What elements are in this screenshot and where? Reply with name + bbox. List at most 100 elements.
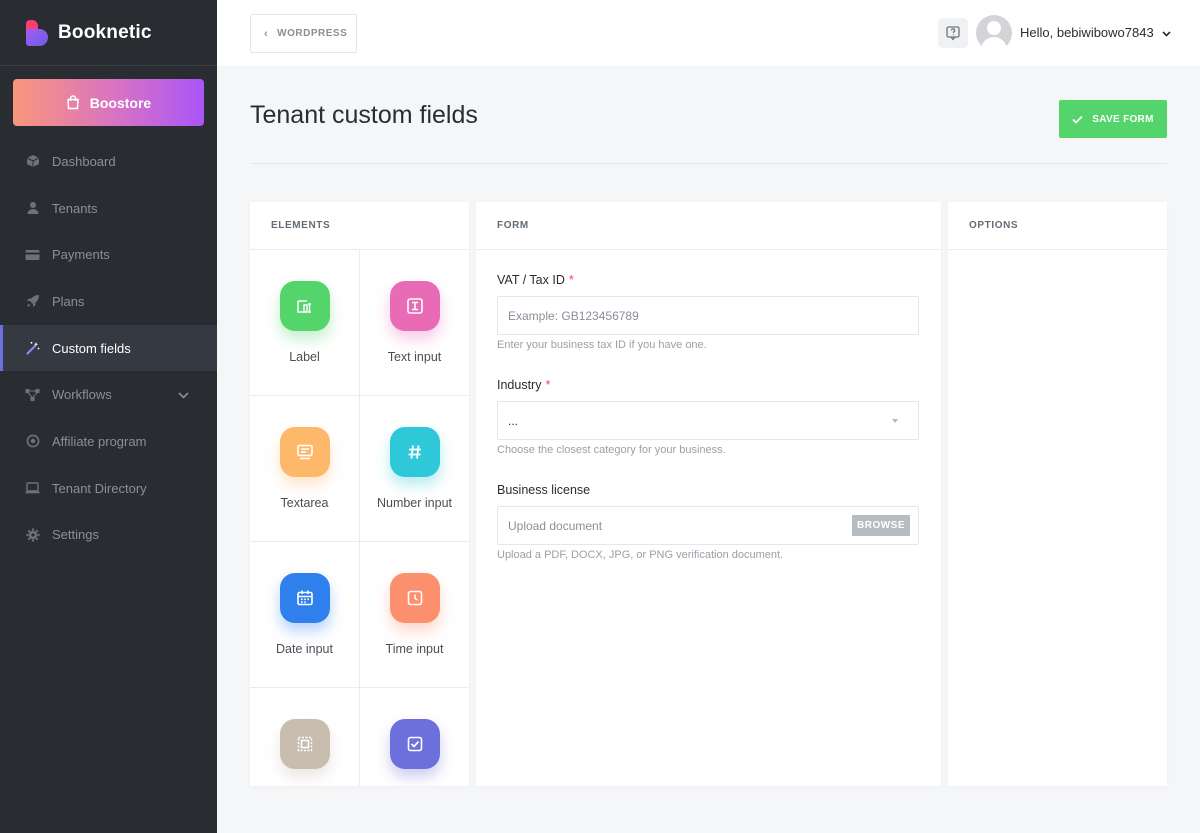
sidebar-item-payments[interactable]: Payments	[0, 231, 217, 278]
sidebar-item-tenant-directory[interactable]: Tenant Directory	[0, 465, 217, 512]
page-title: Tenant custom fields	[250, 101, 478, 129]
vat-label: VAT / Tax ID *	[497, 273, 919, 287]
calendar-icon	[279, 573, 330, 623]
license-file-input[interactable]: Upload document BROWSE	[497, 506, 919, 545]
text-input-icon	[389, 281, 440, 331]
sidebar-item-dashboard[interactable]: Dashboard	[0, 138, 217, 185]
sidebar-item-custom-fields[interactable]: Custom fields	[0, 324, 217, 372]
check-icon	[1072, 115, 1083, 124]
element-name: Number input	[376, 496, 453, 510]
sidebar-item-workflows[interactable]: Workflows	[0, 371, 217, 418]
sidebar-nav: Dashboard Tenants Payments Plans Custom …	[0, 138, 217, 558]
save-form-button[interactable]: SAVE FORM	[1059, 100, 1167, 138]
target-icon	[25, 434, 40, 449]
textarea-icon	[279, 427, 330, 477]
elements-panel-title: ELEMENTS	[250, 202, 469, 250]
sidebar-item-label: Custom fields	[52, 340, 131, 356]
form-panel-title: FORM	[476, 202, 941, 250]
booknetic-logo-icon	[26, 19, 48, 46]
sidebar-item-label: Settings	[52, 527, 99, 543]
sidebar-item-affiliate-program[interactable]: Affiliate program	[0, 418, 217, 465]
help-chat-icon	[946, 25, 960, 41]
element-select[interactable]	[250, 688, 360, 786]
form-panel: FORM VAT / Tax ID * Example: GB123456789 …	[476, 202, 941, 786]
label-icon	[279, 281, 330, 331]
license-label: Business license	[497, 483, 919, 497]
sidebar-item-label: Affiliate program	[52, 433, 147, 449]
sidebar-item-tenants[interactable]: Tenants	[0, 185, 217, 232]
element-label[interactable]: Label	[250, 250, 360, 396]
license-field: Business license Upload document BROWSE …	[497, 483, 919, 561]
sidebar-item-label: Workflows	[52, 387, 112, 403]
chevron-down-icon	[1162, 25, 1171, 40]
topbar: ‹ WORDPRESS Hello, bebiwibowo7843	[217, 0, 1200, 66]
element-text-input[interactable]: Text input	[360, 250, 469, 396]
element-number-input[interactable]: Number input	[360, 396, 469, 542]
elements-grid: Label Text input Textarea Number input D…	[250, 250, 469, 786]
chevron-left-icon: ‹	[264, 27, 269, 40]
clock-icon	[389, 573, 440, 623]
vat-field: VAT / Tax ID * Example: GB123456789 Enter…	[497, 273, 919, 351]
vat-label-text: VAT / Tax ID	[497, 273, 565, 287]
license-placeholder: Upload document	[508, 518, 603, 533]
vat-placeholder: Example: GB123456789	[508, 308, 639, 323]
back-to-wordpress-button[interactable]: ‹ WORDPRESS	[250, 14, 357, 53]
shopping-bag-icon	[66, 95, 79, 110]
cube-icon	[25, 154, 40, 169]
browse-button[interactable]: BROWSE	[852, 515, 910, 536]
options-panel-title: OPTIONS	[948, 202, 1167, 250]
user-greeting: Hello, bebiwibowo7843	[1020, 25, 1154, 40]
brand-name: Booknetic	[58, 21, 152, 43]
hash-icon	[389, 427, 440, 477]
element-name: Time input	[385, 642, 444, 656]
industry-help-text: Choose the closest category for your bus…	[497, 444, 726, 456]
element-name: Text input	[387, 350, 442, 364]
sidebar-item-label: Tenants	[52, 200, 98, 216]
magic-wand-icon	[25, 341, 40, 356]
options-panel: OPTIONS	[948, 202, 1167, 786]
avatar[interactable]	[976, 15, 1012, 51]
license-help-text: Upload a PDF, DOCX, JPG, or PNG verifica…	[497, 549, 784, 561]
caret-down-icon	[892, 419, 898, 423]
vat-input[interactable]: Example: GB123456789	[497, 296, 919, 335]
element-name: Date input	[276, 642, 333, 656]
checkbox-icon	[389, 719, 440, 769]
save-form-label: SAVE FORM	[1092, 113, 1154, 125]
boostore-button[interactable]: Boostore	[13, 79, 204, 126]
sidebar: Booknetic Boostore Dashboard Tenants Pay…	[0, 0, 217, 833]
user-icon	[25, 201, 40, 216]
industry-label: Industry *	[497, 378, 919, 392]
boostore-label: Boostore	[89, 94, 152, 111]
element-time-input[interactable]: Time input	[360, 542, 469, 688]
brand[interactable]: Booknetic	[0, 0, 217, 66]
element-textarea[interactable]: Textarea	[250, 396, 360, 542]
sidebar-item-label: Dashboard	[52, 153, 116, 169]
element-date-input[interactable]: Date input	[250, 542, 360, 688]
industry-label-text: Industry	[497, 378, 542, 392]
required-mark: *	[545, 378, 551, 392]
help-button[interactable]	[938, 18, 968, 48]
chevron-down-icon[interactable]	[178, 387, 189, 402]
industry-field: Industry * ... Choose the closest categor…	[497, 378, 919, 456]
sidebar-item-label: Tenant Directory	[52, 480, 147, 496]
element-name: Textarea	[280, 496, 329, 510]
industry-select[interactable]: ...	[497, 401, 919, 440]
back-label: WORDPRESS	[277, 28, 348, 39]
sidebar-item-plans[interactable]: Plans	[0, 278, 217, 325]
license-label-text: Business license	[497, 483, 591, 497]
sidebar-item-label: Payments	[52, 247, 110, 263]
rocket-icon	[25, 294, 40, 309]
laptop-icon	[25, 481, 40, 496]
credit-card-icon	[25, 247, 40, 262]
elements-panel: ELEMENTS Label Text input Textarea Numbe…	[250, 202, 469, 786]
vat-help-text: Enter your business tax ID if you have o…	[497, 339, 707, 351]
required-mark: *	[568, 273, 574, 287]
select-icon	[279, 719, 330, 769]
workflow-icon	[25, 387, 40, 402]
sidebar-item-label: Plans	[52, 293, 85, 309]
element-checkbox[interactable]	[360, 688, 469, 786]
element-name: Label	[289, 350, 320, 364]
industry-value: ...	[508, 413, 519, 428]
user-menu[interactable]: Hello, bebiwibowo7843	[1020, 25, 1171, 40]
sidebar-item-settings[interactable]: Settings	[0, 512, 217, 559]
